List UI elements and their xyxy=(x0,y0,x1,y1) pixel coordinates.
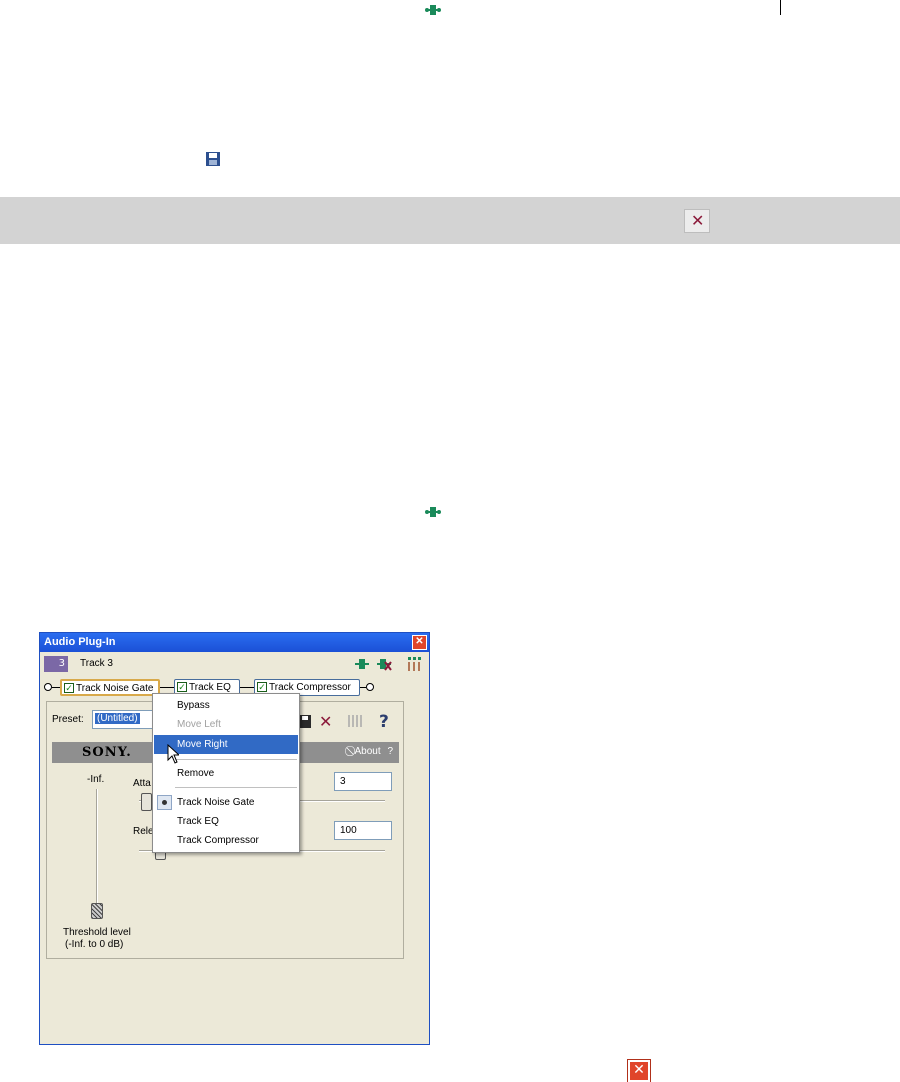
chain-end-node xyxy=(366,683,374,691)
menu-item-bypass[interactable]: Bypass xyxy=(154,696,298,715)
about-button[interactable]: ⃠ About ? xyxy=(352,746,393,757)
threshold-range: (-Inf. to 0 dB) xyxy=(65,939,124,950)
gray-band xyxy=(0,197,900,244)
enable-checkbox[interactable]: ✓ xyxy=(64,683,74,693)
track-number: 3 xyxy=(44,656,68,672)
chain-start-node xyxy=(44,683,52,691)
release-label: Rele xyxy=(133,826,154,837)
enable-checkbox[interactable]: ✓ xyxy=(177,682,187,692)
preset-label: Preset: xyxy=(52,714,84,725)
mixer-icon[interactable] xyxy=(406,655,424,673)
menu-item-track-eq[interactable]: Track EQ xyxy=(154,812,298,831)
help-icon[interactable]: ? xyxy=(379,712,389,732)
menu-separator xyxy=(175,759,297,760)
preset-dropdown[interactable]: (Untitled) xyxy=(92,710,154,729)
menu-separator xyxy=(175,787,297,788)
preset-settings-icon xyxy=(347,714,363,728)
plugin-chain-icon[interactable] xyxy=(424,1,442,19)
level-top-label: -Inf. xyxy=(87,774,105,785)
about-help: ? xyxy=(387,746,393,757)
plugin-chain-icon[interactable] xyxy=(354,656,370,672)
threshold-slider-thumb[interactable] xyxy=(91,903,103,919)
close-icon[interactable]: ✕ xyxy=(627,1059,651,1082)
menu-item-track-compressor[interactable]: Track Compressor xyxy=(154,831,298,850)
threshold-label: Threshold level xyxy=(63,927,131,938)
close-icon[interactable]: ✕ xyxy=(412,635,427,650)
plugin-label: Track EQ xyxy=(189,682,231,693)
threshold-slider-track xyxy=(96,789,98,907)
save-preset-icon[interactable] xyxy=(299,715,311,728)
remove-icon[interactable]: ✕ xyxy=(684,209,710,233)
attack-input[interactable]: 3 xyxy=(334,772,392,791)
menu-item-track-noise-gate[interactable]: Track Noise Gate xyxy=(154,793,298,812)
chain-connector xyxy=(240,687,254,688)
chain-connector xyxy=(52,687,60,688)
track-header: 3 Track 3 xyxy=(40,653,429,675)
attack-label: Atta xyxy=(133,778,151,789)
plugin-chain-icon[interactable] xyxy=(424,503,442,521)
plugin-label: Track Noise Gate xyxy=(76,683,154,694)
plugin-label: Track Compressor xyxy=(269,682,351,693)
mouse-cursor-icon xyxy=(167,744,179,764)
window-title: Audio Plug-In xyxy=(44,636,116,648)
enable-checkbox[interactable]: ✓ xyxy=(257,682,267,692)
plugin-context-menu: Bypass Move Left Move Right Remove Track… xyxy=(152,693,300,853)
preset-value: (Untitled) xyxy=(95,713,140,724)
menu-item-remove[interactable]: Remove xyxy=(154,764,298,783)
attack-slider-thumb[interactable] xyxy=(141,793,152,811)
menu-item-move-left: Move Left xyxy=(177,719,221,730)
delete-preset-icon[interactable]: ✕ xyxy=(319,712,332,731)
window-title-bar[interactable]: Audio Plug-In ✕ xyxy=(40,633,429,652)
track-name: Track 3 xyxy=(80,658,113,669)
divider-line xyxy=(780,0,781,15)
chain-connector xyxy=(160,687,174,688)
about-label: About xyxy=(354,746,381,757)
plugin-noise-gate[interactable]: ✓ Track Noise Gate xyxy=(60,679,160,696)
sony-logo: SONY. xyxy=(82,745,132,760)
release-input[interactable]: 100 xyxy=(334,821,392,840)
remove-plugin-icon[interactable] xyxy=(376,656,392,672)
save-icon[interactable] xyxy=(205,151,223,169)
